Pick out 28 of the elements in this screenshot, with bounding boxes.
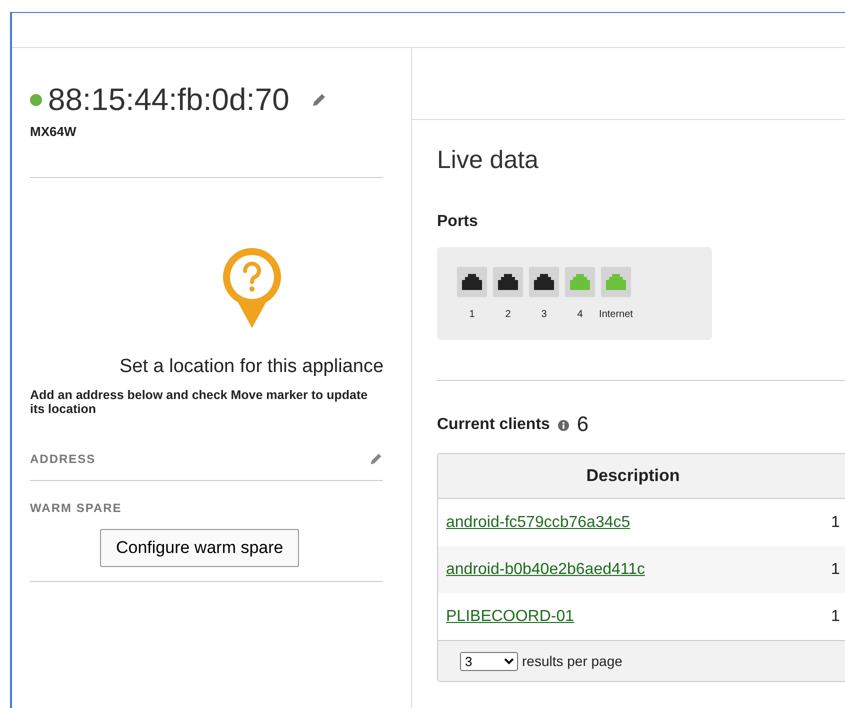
- location-title: Set a location for this appliance: [119, 356, 384, 378]
- ports-label: Ports: [437, 213, 479, 231]
- section-title: Live data: [437, 146, 540, 175]
- results-per-page-select[interactable]: 3: [460, 652, 518, 670]
- table-cell: 1: [831, 514, 840, 532]
- port-label: 2: [505, 309, 511, 320]
- edit-icon[interactable]: [311, 92, 328, 108]
- device-mac-address: 88:15:44:fb:0d:70: [48, 82, 290, 118]
- client-link[interactable]: android-fc579ccb76a34c5: [446, 514, 831, 532]
- info-icon[interactable]: [558, 420, 569, 430]
- configure-warm-spare-button[interactable]: Configure warm spare: [100, 529, 300, 567]
- field-label: WARM SPARE: [30, 501, 122, 515]
- port-label: 1: [469, 309, 475, 320]
- table-cell: 1: [831, 608, 840, 626]
- port-label: 4: [577, 309, 583, 320]
- device-model: MX64W: [30, 124, 78, 139]
- port-label: Internet: [599, 309, 633, 320]
- table-cell: 1: [831, 560, 840, 578]
- results-per-page-label: results per page: [522, 653, 622, 669]
- clients-count: 6: [576, 413, 589, 437]
- location-hint: Add an address below and check Move marker to update its location: [30, 388, 369, 416]
- port-label: 3: [541, 309, 547, 320]
- field-label: ADDRESS: [30, 452, 96, 466]
- edit-icon[interactable]: [369, 452, 383, 466]
- client-link[interactable]: android-b0b40e2b6aed411c: [446, 560, 831, 578]
- clients-title: Current clients: [437, 416, 550, 434]
- client-link[interactable]: PLIBECOORD-01: [446, 608, 831, 626]
- column-header: Description: [585, 466, 681, 486]
